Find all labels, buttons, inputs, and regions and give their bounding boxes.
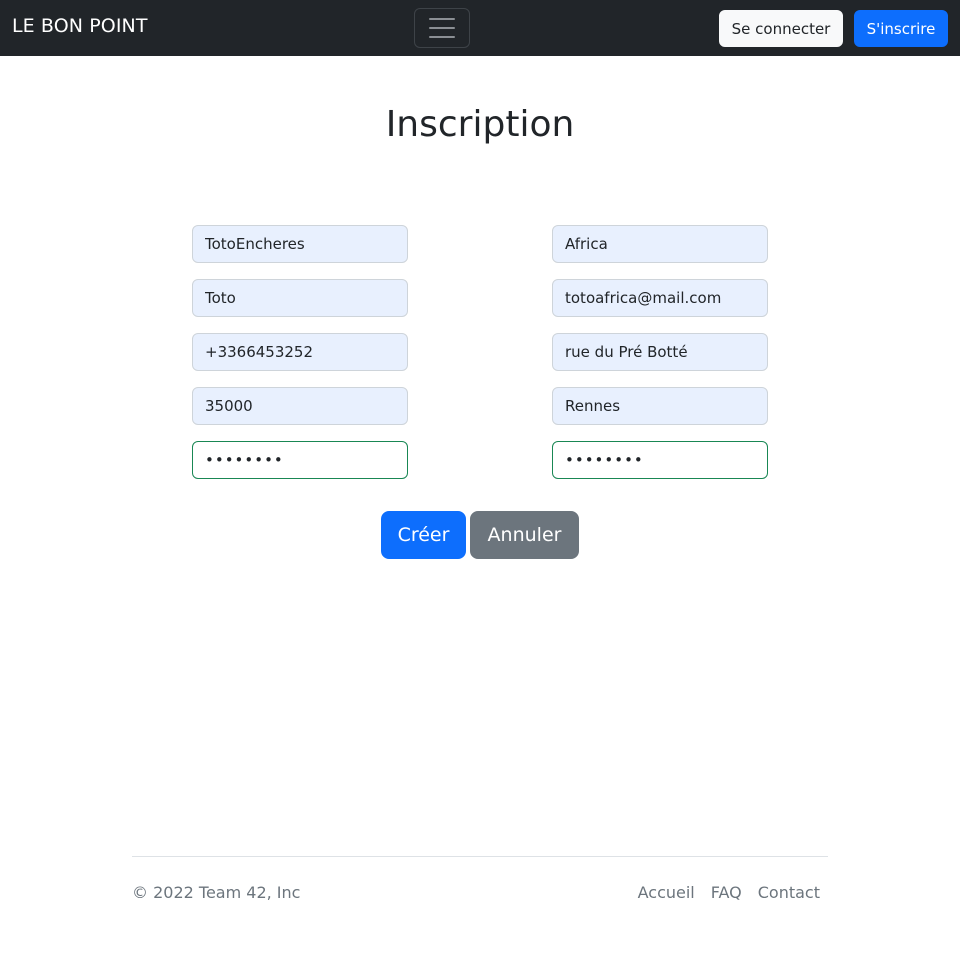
pseudo-field[interactable] (192, 225, 408, 263)
last-name-field[interactable] (552, 225, 768, 263)
first-name-field[interactable] (192, 279, 408, 317)
hamburger-line (429, 27, 455, 29)
brand-logo[interactable]: LE BON POINT (12, 15, 148, 37)
footer-link-contact[interactable]: Contact (750, 883, 828, 902)
hamburger-icon[interactable] (414, 8, 470, 48)
footer-link-home[interactable]: Accueil (630, 883, 703, 902)
signup-button[interactable]: S'inscrire (854, 10, 948, 47)
navbar: LE BON POINT Se connecter S'inscrire (0, 0, 960, 56)
copyright-text: © 2022 Team 42, Inc (132, 883, 301, 902)
password-field[interactable] (192, 441, 408, 479)
cancel-button[interactable]: Annuler (470, 511, 579, 559)
postal-code-field[interactable] (192, 387, 408, 425)
street-field[interactable] (552, 333, 768, 371)
email-field[interactable] (552, 279, 768, 317)
footer-divider (132, 856, 828, 857)
footer-nav: Accueil FAQ Contact (630, 883, 828, 902)
phone-field[interactable] (192, 333, 408, 371)
footer-link-faq[interactable]: FAQ (703, 883, 750, 902)
create-button[interactable]: Créer (381, 511, 466, 559)
login-button[interactable]: Se connecter (719, 10, 843, 47)
page-title: Inscription (385, 104, 575, 145)
hamburger-line (429, 18, 455, 20)
password-confirm-field[interactable] (552, 441, 768, 479)
city-field[interactable] (552, 387, 768, 425)
hamburger-line (429, 36, 455, 38)
